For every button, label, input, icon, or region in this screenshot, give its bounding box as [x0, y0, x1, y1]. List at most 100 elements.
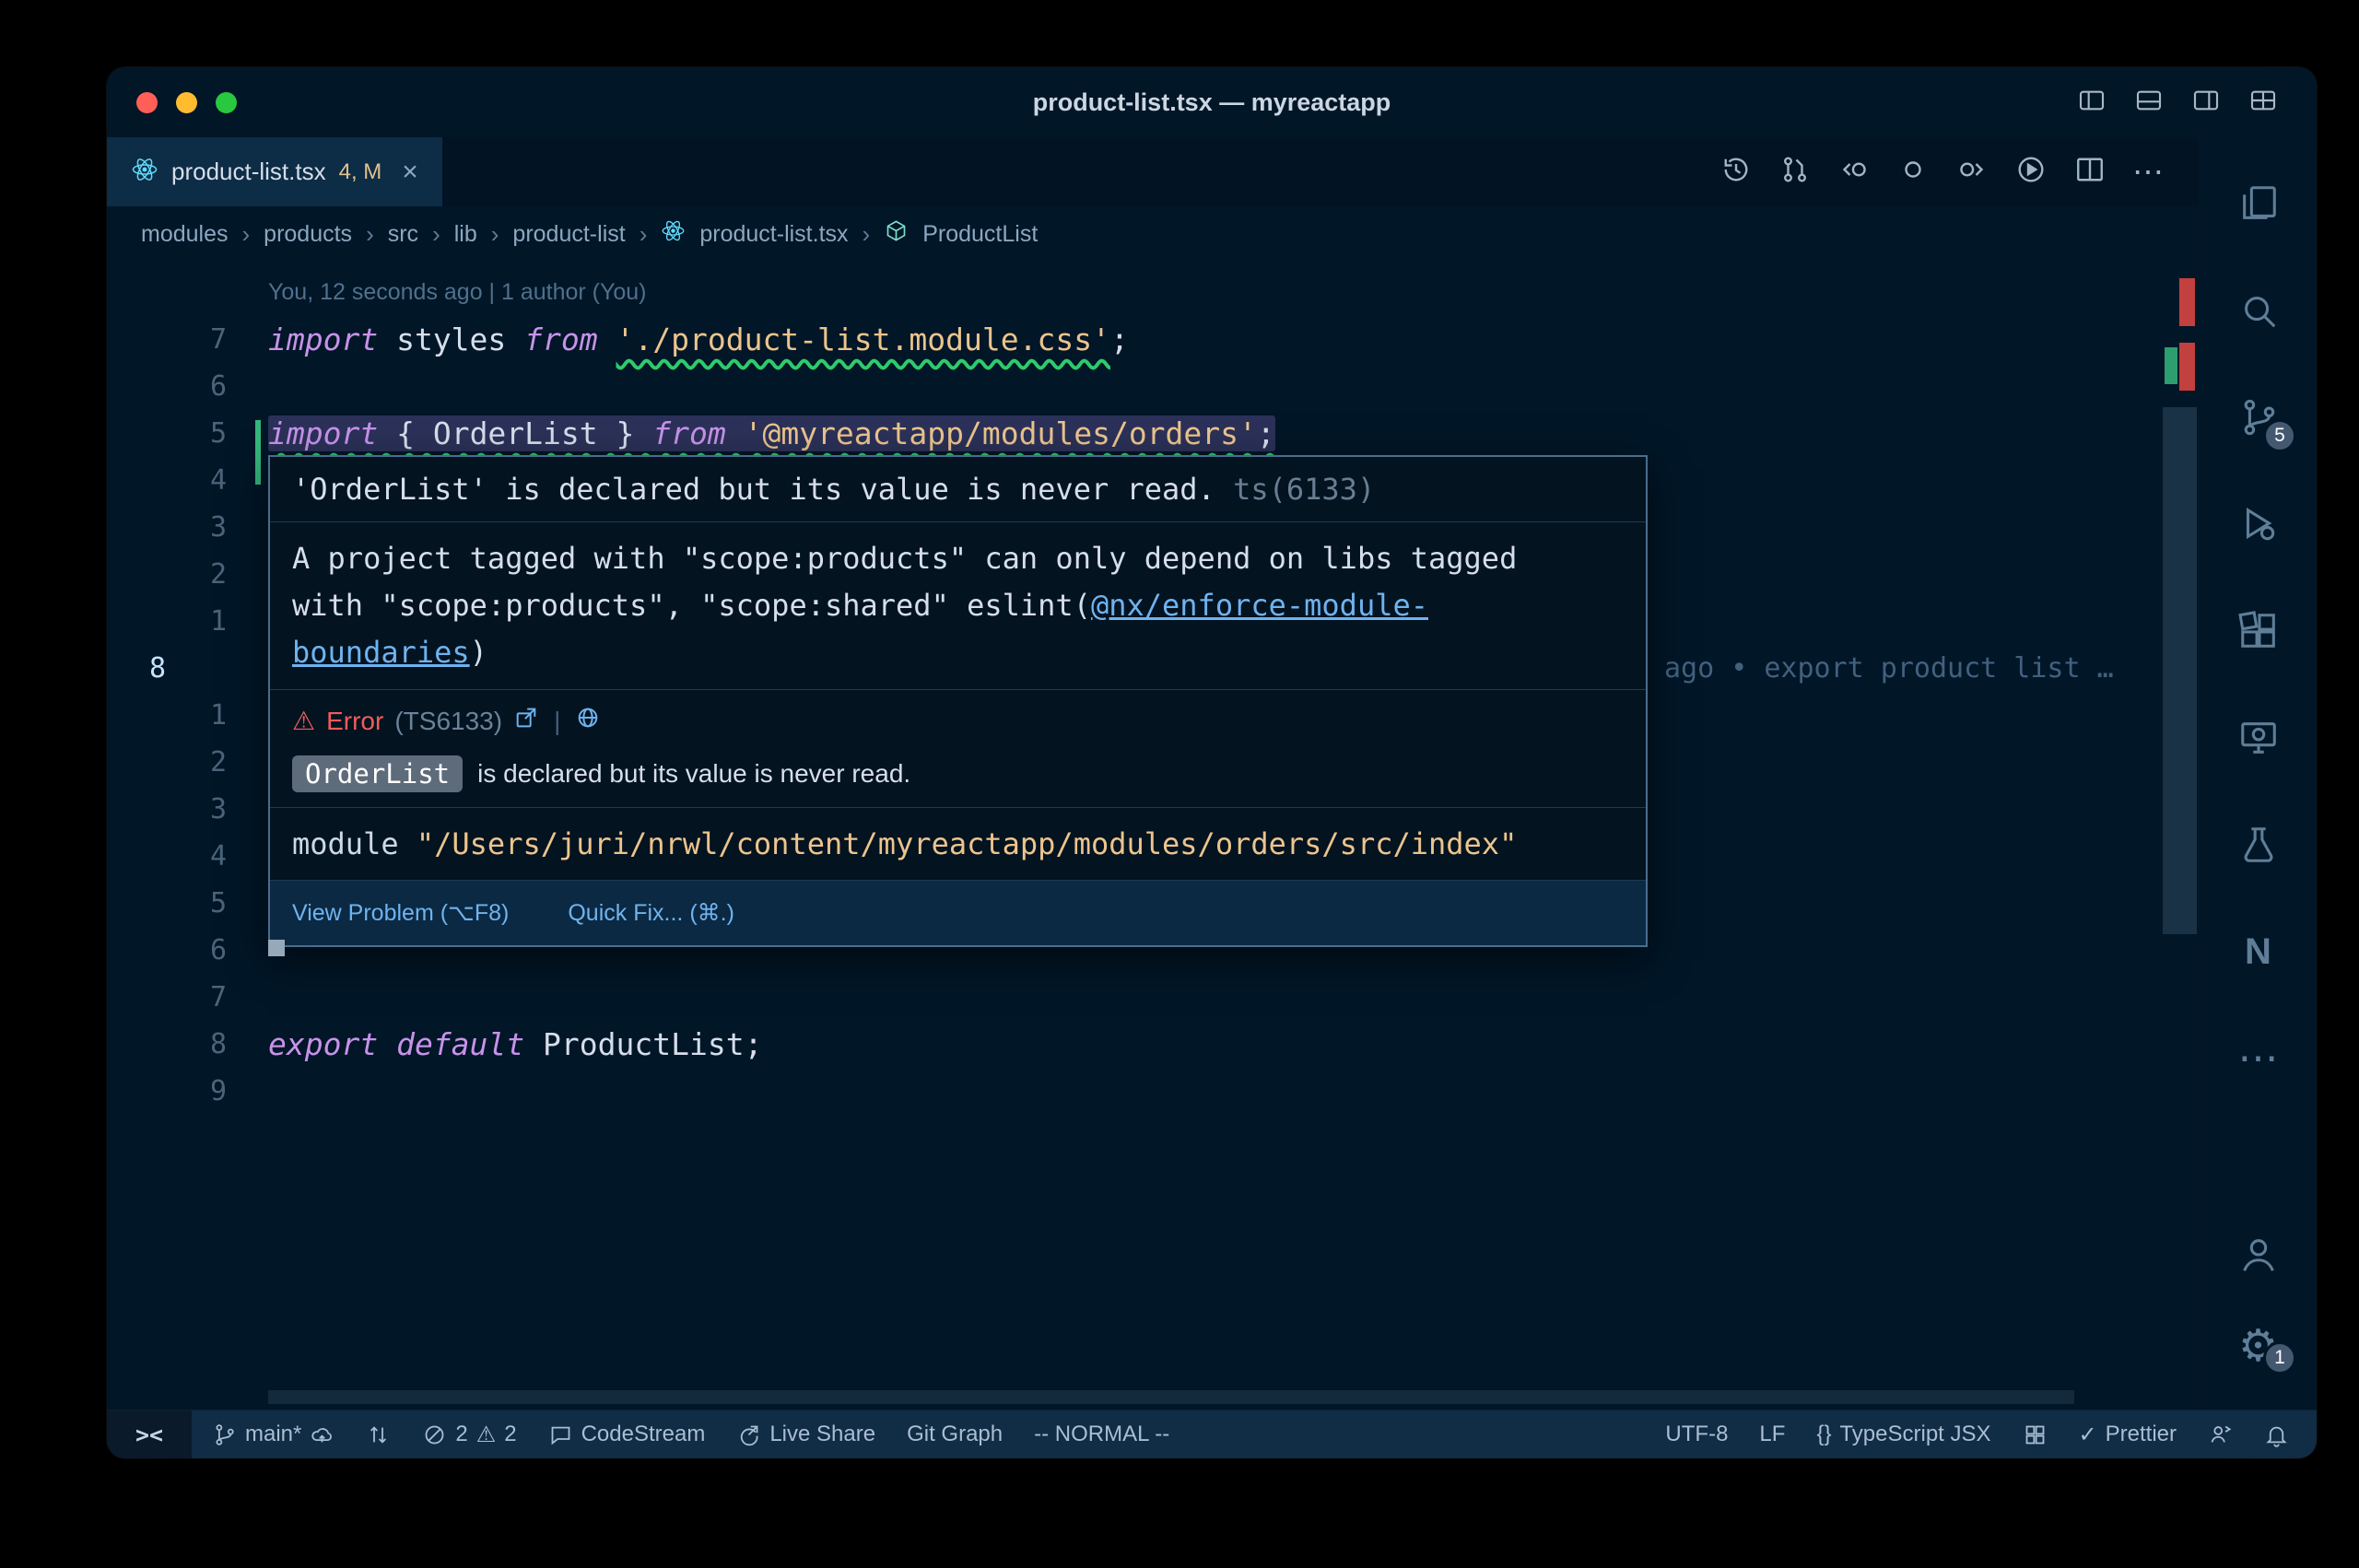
line-number: 4 [107, 840, 227, 872]
codestream-status[interactable]: CodeStream [548, 1422, 706, 1447]
code-line[interactable]: 8export default ProductList; [107, 1021, 2199, 1068]
toggle-primary-sidebar-icon[interactable] [2077, 86, 2107, 120]
testing-icon[interactable] [2200, 791, 2317, 898]
run-debug-icon[interactable] [2200, 471, 2317, 578]
timeline-icon[interactable] [1719, 153, 1753, 191]
title-bar: product-list.tsx — myreactapp [107, 67, 2317, 137]
breadcrumb-separator: › [366, 220, 374, 249]
code-line[interactable]: 7 [107, 974, 2199, 1021]
tab-product-list[interactable]: product-list.tsx 4, M × [107, 137, 442, 206]
horizontal-scrollbar[interactable] [268, 1390, 2074, 1404]
close-window-button[interactable] [136, 92, 158, 113]
vim-mode-status: -- NORMAL -- [1034, 1422, 1169, 1447]
git-graph-status[interactable]: Git Graph [907, 1422, 1003, 1447]
breadcrumb: modules › products › src › lib › product… [107, 206, 2199, 262]
code-line[interactable]: You, 12 seconds ago | 1 author (You) [107, 269, 2199, 316]
breadcrumb-item-symbol[interactable]: ProductList [922, 221, 1038, 248]
code-line[interactable]: 5import { OrderList } from '@myreactapp/… [107, 410, 2199, 457]
open-external-icon[interactable] [513, 705, 539, 737]
view-problem-button[interactable]: View Problem (⌥F8) [292, 890, 509, 936]
nx-console-icon[interactable]: N [2200, 898, 2317, 1005]
line-number: 3 [107, 793, 227, 825]
line-number: 4 [107, 464, 227, 497]
toggle-secondary-sidebar-icon[interactable] [2191, 86, 2221, 120]
next-change-icon[interactable] [1955, 153, 1989, 191]
line-number: 9 [107, 1075, 227, 1107]
explorer-icon[interactable] [2200, 150, 2317, 257]
problems-status[interactable]: 2 ⚠ 2 [422, 1422, 516, 1448]
source-control-icon[interactable]: 5 [2200, 364, 2317, 471]
remote-indicator[interactable]: >< [107, 1410, 192, 1458]
hover-ts-message: 'OrderList' is declared but its value is… [270, 457, 1646, 522]
open-changes-icon[interactable] [1896, 153, 1930, 191]
error-warning-icon: ⚠ [292, 706, 315, 736]
quick-fix-button[interactable]: Quick Fix... (⌘.) [568, 890, 734, 936]
language-status[interactable]: {}TypeScript JSX [1816, 1422, 1990, 1447]
breadcrumb-item-lib[interactable]: lib [454, 221, 477, 248]
run-code-icon[interactable] [2014, 153, 2048, 191]
compare-changes-icon[interactable] [1778, 153, 1812, 191]
activity-bar: 5 N ⋯ ⚙1 [2199, 137, 2317, 1410]
layout-grid-icon[interactable] [2023, 1422, 2048, 1447]
breadcrumb-item-product-list[interactable]: product-list [512, 221, 625, 248]
modified-mark [2165, 347, 2177, 384]
line-number: 7 [107, 981, 227, 1013]
breadcrumb-item-modules[interactable]: modules [141, 221, 229, 248]
extensions-icon[interactable] [2200, 578, 2317, 685]
react-icon [131, 156, 158, 188]
scm-badge: 5 [2263, 419, 2296, 452]
breadcrumb-item-file[interactable]: product-list.tsx [699, 221, 848, 248]
search-icon[interactable] [2200, 257, 2317, 364]
zoom-window-button[interactable] [216, 92, 237, 113]
live-share-status[interactable]: Live Share [736, 1422, 875, 1447]
eslint-rule-link[interactable]: @nx/enforce-module- [1091, 588, 1428, 623]
hover-module-path: module "/Users/juri/nrwl/content/myreact… [270, 808, 1646, 881]
more-views-icon[interactable]: ⋯ [2200, 1005, 2317, 1112]
code-line[interactable]: 6 [107, 363, 2199, 410]
line-number: 2 [107, 558, 227, 591]
tab-bar: product-list.tsx 4, M × ⋯ [107, 137, 2199, 206]
tab-label: product-list.tsx [171, 158, 326, 186]
code-editor[interactable]: You, 12 seconds ago | 1 author (You) 7imp… [107, 262, 2199, 1410]
breadcrumb-item-src[interactable]: src [388, 221, 418, 248]
hover-eslint-message: A project tagged with "scope:products" c… [270, 522, 1646, 690]
git-branch-status[interactable]: main* [212, 1422, 334, 1447]
settings-gear-icon[interactable]: ⚙1 [2200, 1301, 2317, 1393]
breadcrumb-item-products[interactable]: products [264, 221, 352, 248]
prettier-status[interactable]: ✓Prettier [2079, 1422, 2177, 1448]
remote-explorer-icon[interactable] [2200, 685, 2317, 791]
feedback-icon[interactable] [2208, 1422, 2233, 1447]
settings-badge: 1 [2263, 1341, 2296, 1375]
git-modified-gutter-bar [255, 420, 261, 485]
git-codelens[interactable]: You, 12 seconds ago | 1 author (You) [227, 279, 647, 306]
breadcrumb-separator: › [863, 220, 871, 249]
eslint-rule-link[interactable]: boundaries [292, 635, 470, 670]
previous-change-icon[interactable] [1837, 153, 1871, 191]
line-number: 2 [107, 746, 227, 778]
vscode-window: product-list.tsx — myreactapp product-li… [107, 67, 2317, 1458]
code-line[interactable]: 7import styles from './product-list.modu… [107, 316, 2199, 363]
compare-branch-status[interactable] [366, 1422, 391, 1447]
globe-icon[interactable] [575, 705, 601, 737]
status-bar: >< main* 2 ⚠ 2 CodeStream Live Share [107, 1410, 2317, 1458]
braces-icon: {} [1816, 1422, 1831, 1447]
close-tab-icon[interactable]: × [402, 157, 418, 188]
encoding-status[interactable]: UTF-8 [1665, 1422, 1728, 1447]
more-actions-icon[interactable]: ⋯ [2132, 156, 2164, 189]
hover-resize-grip[interactable] [268, 940, 285, 956]
inline-blame: ago • export product list … [1664, 652, 2114, 685]
vertical-scrollbar[interactable] [2163, 407, 2197, 934]
notifications-bell-icon[interactable] [2264, 1422, 2289, 1447]
toggle-panel-icon[interactable] [2134, 86, 2164, 120]
minimize-window-button[interactable] [176, 92, 197, 113]
line-number: 5 [107, 417, 227, 450]
line-number: 6 [107, 370, 227, 403]
account-icon[interactable] [2200, 1209, 2317, 1301]
split-editor-icon[interactable] [2073, 153, 2107, 191]
share-icon [736, 1422, 761, 1447]
editor-layout-icon[interactable] [2248, 86, 2278, 120]
code-line[interactable]: 9 [107, 1068, 2199, 1115]
eol-status[interactable]: LF [1759, 1422, 1785, 1447]
hover-ts-code: ts(6133) [1233, 472, 1375, 507]
line-number: 5 [107, 887, 227, 919]
